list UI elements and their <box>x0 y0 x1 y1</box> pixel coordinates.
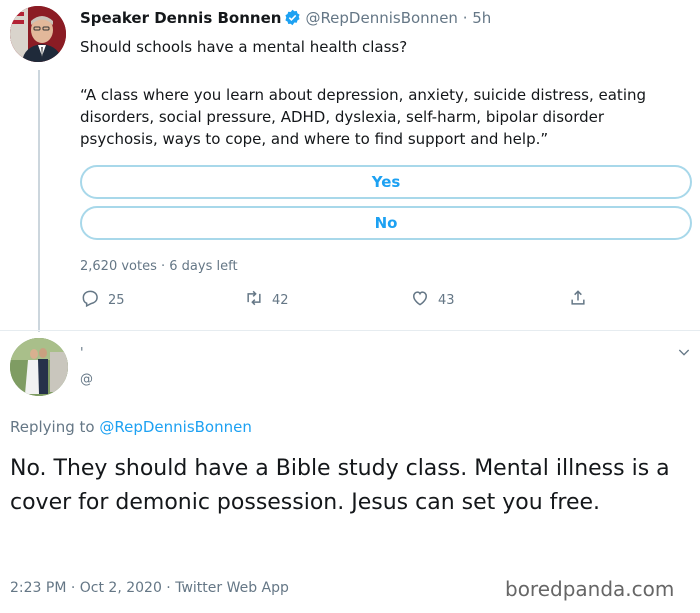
like-count: 43 <box>438 292 455 308</box>
reply-handle[interactable]: @ <box>80 372 93 387</box>
author-avatar[interactable] <box>10 6 66 62</box>
tweet-header: Speaker Dennis Bonnen @RepDennisBonnen · … <box>80 9 491 30</box>
tweet-quote: “A class where you learn about depressio… <box>80 86 647 148</box>
retweet-count: 42 <box>272 292 289 308</box>
reply-footer-meta[interactable]: 2:23 PM · Oct 2, 2020 · Twitter Web App <box>10 580 289 596</box>
tweet-actions: 25 42 43 <box>80 288 600 312</box>
tweet-time[interactable]: · 5h <box>463 9 492 27</box>
watermark: boredpanda.com <box>505 577 675 601</box>
replying-handle-link[interactable]: @RepDennisBonnen <box>99 418 252 436</box>
share-icon <box>568 288 588 312</box>
reply-count: 25 <box>108 292 125 308</box>
like-icon <box>410 288 430 312</box>
author-handle[interactable]: @RepDennisBonnen <box>305 9 458 27</box>
poll-option-no[interactable]: No <box>80 206 692 240</box>
retweet-icon <box>244 288 264 312</box>
tweet-divider <box>0 330 700 331</box>
author-name[interactable]: Speaker Dennis Bonnen <box>80 9 281 27</box>
reply-author-avatar[interactable] <box>10 338 68 396</box>
replying-prefix: Replying to <box>10 418 95 436</box>
retweet-button[interactable]: 42 <box>244 288 289 312</box>
replying-to: Replying to @RepDennisBonnen <box>10 418 252 436</box>
poll-option-yes[interactable]: Yes <box>80 165 692 199</box>
reply-button[interactable]: 25 <box>80 288 125 312</box>
reply-display-name[interactable]: ' <box>80 346 84 361</box>
chevron-down-icon[interactable] <box>676 344 692 364</box>
thread-line <box>38 70 40 332</box>
poll-info: 2,620 votes · 6 days left <box>80 259 238 274</box>
share-button[interactable] <box>568 288 588 312</box>
verified-badge-icon <box>284 9 301 30</box>
tweet-text: Should schools have a mental health clas… <box>80 38 408 56</box>
like-button[interactable]: 43 <box>410 288 455 312</box>
reply-text: No. They should have a Bible study class… <box>10 456 670 515</box>
reply-icon <box>80 288 100 312</box>
